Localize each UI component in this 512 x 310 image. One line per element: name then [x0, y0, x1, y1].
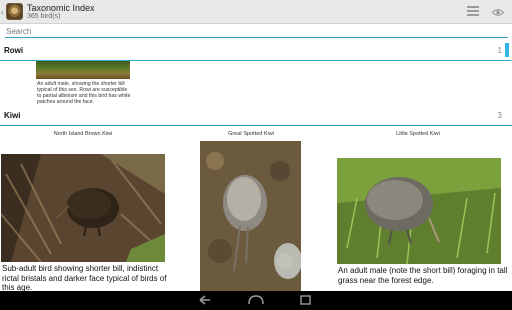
home-icon[interactable]	[247, 293, 265, 307]
rowi-photo[interactable]	[36, 61, 130, 79]
back-icon[interactable]	[196, 293, 214, 307]
scrollbar-thumb[interactable]	[505, 43, 509, 57]
list-view-icon[interactable]	[467, 6, 479, 17]
up-caret-icon[interactable]: ‹	[1, 8, 4, 17]
section-header-rowi[interactable]: Rowi 1	[0, 41, 512, 61]
species-name-north-island-brown-kiwi[interactable]: North Island Brown Kiwi	[13, 131, 153, 137]
bird-count: 365 bird(s)	[27, 13, 61, 20]
caption-little-spotted-kiwi: An adult male (note the short bill) fora…	[338, 266, 508, 285]
caption-north-island-brown-kiwi: Sub-adult bird showing shorter bill, ind…	[2, 264, 167, 292]
section-title: Kiwi	[4, 111, 21, 120]
recents-icon[interactable]	[296, 293, 314, 307]
navigation-bar	[0, 291, 512, 310]
photo-great-spotted-kiwi[interactable]	[200, 141, 301, 291]
app-kiwi-icon[interactable]	[6, 3, 23, 20]
eye-icon[interactable]	[492, 7, 504, 18]
search-input[interactable]	[5, 25, 508, 38]
section-title: Rowi	[4, 46, 24, 55]
action-bar: ‹ Taxonomic Index 365 bird(s)	[0, 0, 512, 24]
app-title: Taxonomic Index	[27, 3, 95, 13]
section-count: 1	[497, 46, 502, 55]
photo-little-spotted-kiwi[interactable]	[337, 158, 501, 264]
section-header-kiwi[interactable]: Kiwi 3	[0, 106, 512, 126]
rowi-caption: An adult male, showing the shorter bill …	[37, 81, 131, 105]
species-name-little-spotted-kiwi[interactable]: Little Spotted Kiwi	[348, 131, 488, 137]
section-count: 3	[497, 111, 502, 120]
photo-north-island-brown-kiwi[interactable]	[1, 154, 165, 262]
species-name-great-spotted-kiwi[interactable]: Great Spotted Kiwi	[181, 131, 321, 137]
